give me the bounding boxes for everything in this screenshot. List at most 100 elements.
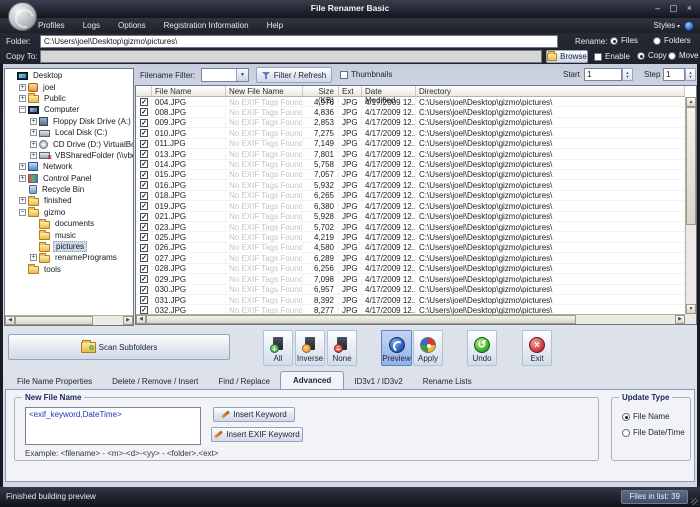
select-none-button[interactable]: − None [327, 330, 357, 366]
tab-delete-remove-insert[interactable]: Delete / Remove / Insert [102, 373, 208, 389]
filename-filter-combo[interactable]: ▼ [201, 68, 249, 82]
tree-item-desktop[interactable]: Desktop [5, 70, 133, 81]
copy-to-input[interactable] [40, 50, 542, 63]
undo-button[interactable]: ↺ Undo [467, 330, 497, 366]
column-header-new-file-name[interactable]: New File Name [226, 86, 303, 96]
tab-rename-lists[interactable]: Rename Lists [413, 373, 482, 389]
expand-icon[interactable]: + [19, 163, 26, 170]
table-row[interactable]: ✓016.JPGNo EXIF Tags Found5,932JPG4/17/2… [136, 180, 685, 190]
tree-item-joel[interactable]: +joel [5, 81, 133, 92]
table-row[interactable]: ✓031.JPGNo EXIF Tags Found8,392JPG4/17/2… [136, 295, 685, 305]
insert-exif-keyword-button[interactable]: Insert EXIF Keyword [211, 427, 303, 442]
expand-icon[interactable]: + [30, 118, 37, 125]
menu-item-options[interactable]: Options [109, 18, 155, 33]
resize-grip[interactable] [691, 498, 698, 505]
scroll-up-icon[interactable]: ▲ [686, 97, 696, 107]
expand-icon[interactable]: + [19, 197, 26, 204]
apply-button[interactable]: Apply [413, 330, 443, 366]
row-checkbox[interactable]: ✓ [140, 244, 148, 252]
minimize-button[interactable]: – [655, 2, 660, 14]
table-row[interactable]: ✓025.JPGNo EXIF Tags Found4,219JPG4/17/2… [136, 232, 685, 242]
scroll-thumb[interactable] [686, 107, 696, 225]
scroll-thumb[interactable] [15, 316, 93, 325]
row-checkbox[interactable]: ✓ [140, 233, 148, 241]
folder-path-input[interactable]: C:\Users\joel\Desktop\gizmo\pictures\ [40, 35, 558, 48]
tree-item-public[interactable]: +Public [5, 93, 133, 104]
scan-subfolders-button[interactable]: Scan Subfolders [8, 334, 230, 360]
row-checkbox[interactable]: ✓ [140, 192, 148, 200]
table-row[interactable]: ✓030.JPGNo EXIF Tags Found6,957JPG4/17/2… [136, 285, 685, 295]
scroll-thumb[interactable] [146, 315, 576, 324]
expand-icon[interactable]: + [19, 95, 26, 102]
select-inverse-button[interactable]: Inverse [295, 330, 325, 366]
tree-item-floppy-disk-drive-a[interactable]: +Floppy Disk Drive (A:) [5, 116, 133, 127]
expand-icon[interactable]: + [19, 84, 26, 91]
tab-id3v1-id3v2[interactable]: ID3v1 / ID3v2 [344, 373, 412, 389]
update-file-name-radio[interactable]: File Name [622, 412, 669, 421]
table-row[interactable]: ✓021.JPGNo EXIF Tags Found5,928JPG4/17/2… [136, 212, 685, 222]
table-row[interactable]: ✓013.JPGNo EXIF Tags Found7,801JPG4/17/2… [136, 149, 685, 159]
tree-item-cd-drive-d-virtualbox-guest[interactable]: +CD Drive (D:) VirtualBox Guest [5, 138, 133, 149]
row-checkbox[interactable]: ✓ [140, 223, 148, 231]
row-checkbox[interactable]: ✓ [140, 265, 148, 273]
table-horizontal-scrollbar[interactable]: ◀ ▶ [136, 314, 685, 324]
row-checkbox[interactable]: ✓ [140, 181, 148, 189]
row-checkbox[interactable]: ✓ [140, 254, 148, 262]
table-vertical-scrollbar[interactable]: ▲ ▼ [685, 97, 696, 314]
step-spinner[interactable]: 1 ▲▼ [663, 68, 696, 81]
expand-icon[interactable]: + [30, 152, 37, 159]
row-checkbox[interactable]: ✓ [140, 150, 148, 158]
collapse-icon[interactable]: − [19, 106, 26, 113]
tab-advanced[interactable]: Advanced [280, 371, 344, 389]
table-row[interactable]: ✓008.JPGNo EXIF Tags Found4,836JPG4/17/2… [136, 107, 685, 117]
column-header-ext[interactable]: Ext [339, 86, 362, 96]
row-checkbox[interactable]: ✓ [140, 296, 148, 304]
tree-item-renameprograms[interactable]: +renamePrograms [5, 252, 133, 263]
tree-item-documents[interactable]: documents [5, 218, 133, 229]
row-checkbox[interactable]: ✓ [140, 98, 148, 106]
tree-horizontal-scrollbar[interactable]: ◀ ▶ [5, 315, 133, 325]
table-row[interactable]: ✓027.JPGNo EXIF Tags Found6,289JPG4/17/2… [136, 253, 685, 263]
insert-keyword-button[interactable]: Insert Keyword [213, 407, 295, 422]
tree-item-music[interactable]: music [5, 229, 133, 240]
expand-icon[interactable]: + [19, 175, 26, 182]
tree-item-finished[interactable]: +finished [5, 195, 133, 206]
tab-file-name-properties[interactable]: File Name Properties [7, 373, 102, 389]
tree-item-tools[interactable]: tools [5, 264, 133, 275]
row-checkbox[interactable]: ✓ [140, 306, 148, 314]
scroll-down-icon[interactable]: ▼ [686, 304, 696, 314]
move-radio[interactable]: Move [668, 51, 699, 60]
styles-menu[interactable]: Styles [654, 21, 680, 30]
menu-item-help[interactable]: Help [258, 18, 292, 33]
menu-item-registration-information[interactable]: Registration Information [155, 18, 258, 33]
table-row[interactable]: ✓010.JPGNo EXIF Tags Found7,275JPG4/17/2… [136, 128, 685, 138]
chevron-down-icon[interactable]: ▼ [236, 69, 248, 81]
row-checkbox[interactable]: ✓ [140, 275, 148, 283]
table-row[interactable]: ✓009.JPGNo EXIF Tags Found2,853JPG4/17/2… [136, 118, 685, 128]
row-checkbox[interactable]: ✓ [140, 129, 148, 137]
tree-item-local-disk-c[interactable]: +Local Disk (C:) [5, 127, 133, 138]
table-row[interactable]: ✓029.JPGNo EXIF Tags Found7,098JPG4/17/2… [136, 274, 685, 284]
row-checkbox[interactable]: ✓ [140, 119, 148, 127]
column-header-directory[interactable]: Directory [416, 86, 685, 96]
row-checkbox[interactable]: ✓ [140, 160, 148, 168]
column-header-date-modified[interactable]: Date Modified [362, 86, 416, 96]
browse-button[interactable]: Browse [546, 50, 588, 63]
spinner-arrows-icon[interactable]: ▲▼ [622, 68, 633, 81]
row-checkbox[interactable]: ✓ [140, 286, 148, 294]
tree-item-pictures[interactable]: pictures [5, 241, 133, 252]
tree-item-control-panel[interactable]: +Control Panel [5, 173, 133, 184]
preview-button[interactable]: Preview [381, 330, 412, 366]
tree-item-vbsharedfolder-vboxsvr-z[interactable]: +VBSharedFolder (\\vboxsvr) (Z [5, 150, 133, 161]
row-checkbox[interactable]: ✓ [140, 202, 148, 210]
table-row[interactable]: ✓032.JPGNo EXIF Tags Found8,277JPG4/17/2… [136, 305, 685, 314]
pattern-textarea[interactable]: <exif_keyword,DateTime> [25, 407, 201, 445]
globe-icon[interactable] [684, 21, 694, 31]
table-row[interactable]: ✓023.JPGNo EXIF Tags Found5,702JPG4/17/2… [136, 222, 685, 232]
tree-item-computer[interactable]: −Computer [5, 104, 133, 115]
table-row[interactable]: ✓004.JPGNo EXIF Tags Found4,976JPG4/17/2… [136, 97, 685, 107]
exit-button[interactable]: × Exit [522, 330, 552, 366]
expand-icon[interactable]: + [30, 254, 37, 261]
rename-files-radio[interactable]: Files [610, 36, 638, 45]
scroll-right-icon[interactable]: ▶ [675, 315, 685, 324]
